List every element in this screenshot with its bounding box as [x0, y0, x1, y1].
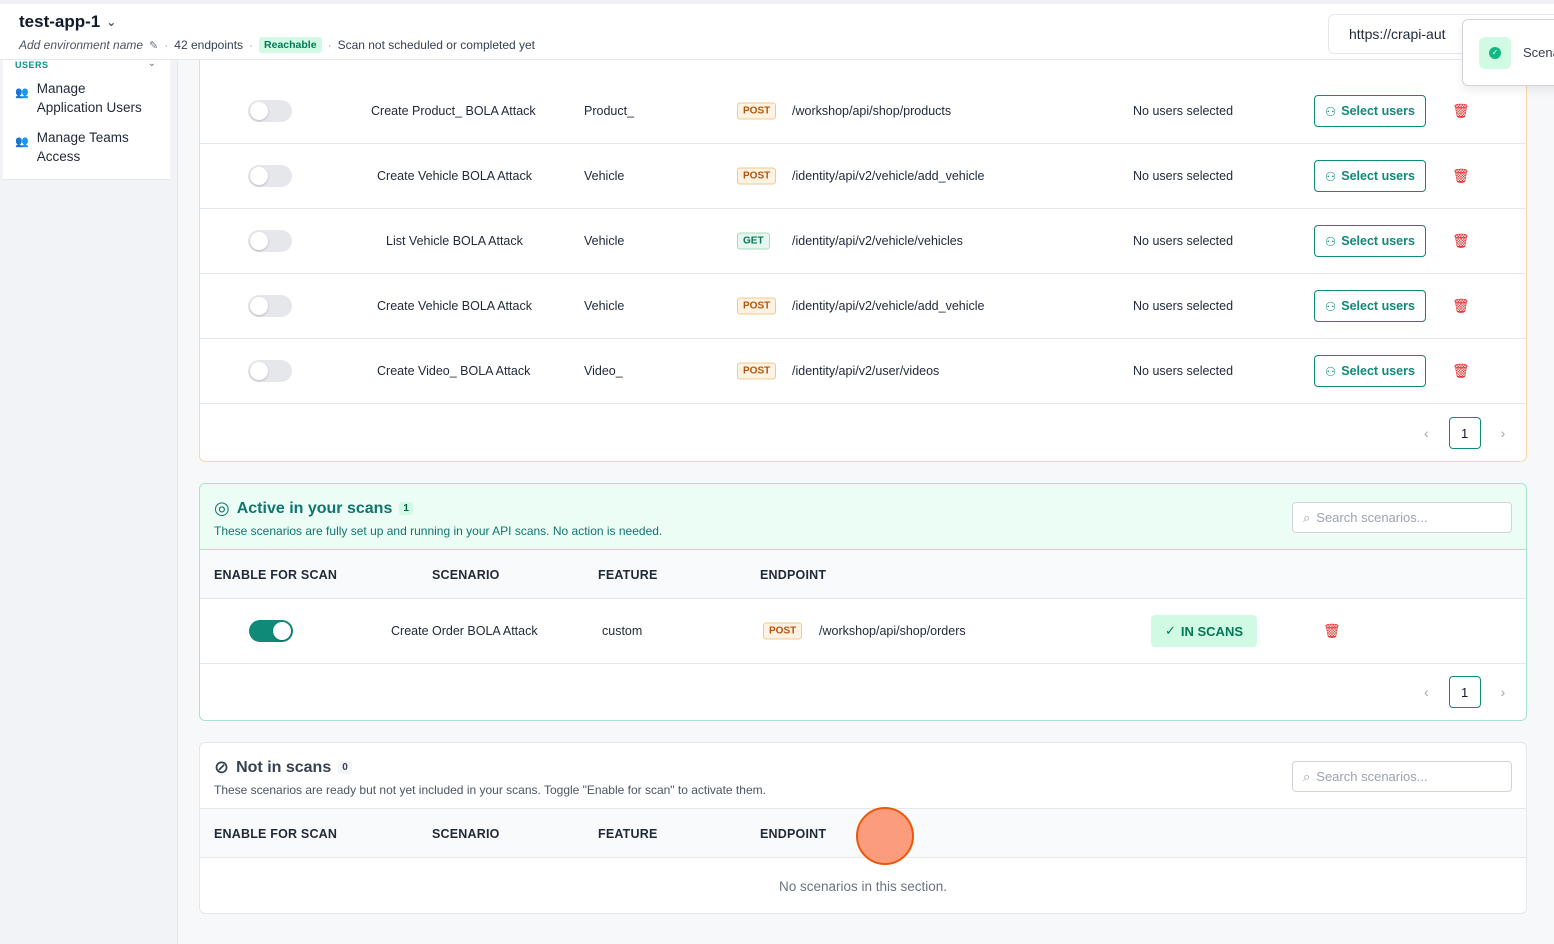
pagination: ‹ 1 › [1424, 417, 1505, 449]
select-users-button[interactable]: ⚇ Select users [1314, 355, 1426, 387]
add-user-icon: ⚇ [1325, 169, 1337, 184]
enable-toggle[interactable] [248, 295, 292, 317]
add-user-icon: ⚇ [1325, 234, 1337, 249]
top-bar: test-app-1 ⌄ Add environment name ✎ · 42… [0, 0, 1554, 60]
in-scans-badge: ✓ IN SCANS [1151, 615, 1257, 647]
table-row: Create Product_ BOLA Attack Product_ POS… [200, 79, 1526, 144]
chevron-down-icon: ⌄ [106, 15, 117, 29]
section-description: These scenarios are fully set up and run… [214, 524, 663, 538]
enable-toggle[interactable] [248, 100, 292, 122]
next-page-button[interactable]: › [1501, 425, 1506, 441]
trash-icon[interactable]: 🗑 [1452, 168, 1470, 185]
table-row: Create Order BOLA Attack custom POST /wo… [200, 599, 1526, 664]
section-title: ⊘ Not in scans 0 [214, 757, 352, 778]
cursor-indicator [856, 807, 914, 865]
ban-icon: ⊘ [214, 757, 230, 777]
next-page-button[interactable]: › [1501, 684, 1506, 700]
count-badge: 1 [399, 502, 413, 515]
select-users-button[interactable]: ⚇ Select users [1314, 290, 1426, 322]
enable-toggle[interactable] [248, 230, 292, 252]
search-input[interactable]: ⌕ Search scenarios... [1292, 502, 1512, 533]
sidebar-section-title: USERS [15, 60, 49, 70]
endpoint-count: 42 endpoints [174, 38, 244, 52]
trash-icon[interactable]: 🗑 [1452, 233, 1470, 250]
trash-icon[interactable]: 🗑 [1452, 363, 1470, 380]
enable-toggle[interactable] [248, 360, 292, 382]
page-button[interactable]: 1 [1448, 676, 1481, 708]
trash-icon[interactable]: 🗑 [1452, 103, 1470, 120]
prev-page-button[interactable]: ‹ [1424, 684, 1429, 700]
empty-state: No scenarios in this section. [778, 878, 948, 894]
sidebar: USERS ⌄ 👥 Manage Application Users 👥 Mana… [0, 58, 178, 944]
sidebar-item-application-users[interactable]: 👥 Manage Application Users [15, 79, 142, 117]
add-user-icon: ⚇ [1325, 299, 1337, 314]
method-badge: POST [763, 622, 803, 640]
check-circle-icon: ◎ [214, 498, 230, 518]
prev-page-button[interactable]: ‹ [1424, 425, 1429, 441]
table-row: Create Vehicle BOLA Attack Vehicle POST … [200, 274, 1526, 339]
method-badge: POST [737, 362, 777, 380]
success-icon: ✓ [1479, 36, 1511, 69]
pending-scenarios-panel: Create Product_ BOLA Attack Product_ POS… [199, 60, 1527, 462]
trash-icon[interactable]: 🗑 [1323, 623, 1341, 640]
main-content: Create Product_ BOLA Attack Product_ POS… [178, 60, 1554, 944]
search-input[interactable]: ⌕ Search scenarios... [1292, 761, 1512, 792]
add-user-icon: ⚇ [1325, 104, 1337, 119]
section-description: These scenarios are ready but not yet in… [214, 783, 766, 797]
select-users-button[interactable]: ⚇ Select users [1314, 160, 1426, 192]
status-badge: Reachable [259, 37, 322, 53]
sidebar-item-teams-access[interactable]: 👥 Manage Teams Access [15, 128, 129, 166]
env-name-field[interactable]: Add environment name [19, 38, 143, 52]
section-header: ⊘ Not in scans 0 These scenarios are rea… [200, 743, 1526, 809]
table-header: ENABLE FOR SCAN SCENARIO FEATURE ENDPOIN… [200, 550, 1526, 599]
search-icon: ⌕ [1303, 509, 1311, 525]
enable-toggle[interactable] [249, 620, 293, 642]
method-badge: POST [737, 167, 777, 185]
app-selector[interactable]: test-app-1 ⌄ [19, 12, 116, 32]
trash-icon[interactable]: 🗑 [1452, 298, 1470, 315]
enable-toggle[interactable] [248, 165, 292, 187]
method-badge: POST [737, 297, 777, 315]
users-icon: 👥 [15, 87, 29, 99]
check-icon: ✓ [1164, 623, 1176, 638]
select-users-button[interactable]: ⚇ Select users [1314, 95, 1426, 127]
method-badge: GET [737, 232, 770, 250]
select-users-button[interactable]: ⚇ Select users [1314, 225, 1426, 257]
app-name: test-app-1 [19, 12, 101, 31]
pencil-icon[interactable]: ✎ [149, 39, 158, 52]
page-button[interactable]: 1 [1448, 417, 1481, 449]
section-title: ◎ Active in your scans 1 [214, 498, 413, 519]
add-user-icon: ⚇ [1325, 364, 1337, 379]
pagination: ‹ 1 › [1424, 676, 1505, 708]
toast-notification: ✓ Scena [1462, 19, 1554, 86]
app-meta: Add environment name ✎ · 42 endpoints · … [19, 37, 536, 53]
table-row: Create Video_ BOLA Attack Video_ POST /i… [200, 339, 1526, 404]
table-row: List Vehicle BOLA Attack Vehicle GET /id… [200, 209, 1526, 274]
method-badge: POST [737, 102, 777, 120]
active-scans-panel: ◎ Active in your scans 1 These scenarios… [199, 483, 1527, 721]
team-icon: 👥 [15, 136, 29, 148]
search-icon: ⌕ [1303, 768, 1311, 784]
table-row: Create Vehicle BOLA Attack Vehicle POST … [200, 144, 1526, 209]
count-badge: 0 [338, 761, 352, 774]
scan-status: Scan not scheduled or completed yet [337, 38, 536, 52]
sidebar-users-section: USERS ⌄ 👥 Manage Application Users 👥 Mana… [3, 58, 170, 180]
toast-text: Scena [1523, 45, 1554, 60]
section-header: ◎ Active in your scans 1 These scenarios… [200, 484, 1526, 550]
